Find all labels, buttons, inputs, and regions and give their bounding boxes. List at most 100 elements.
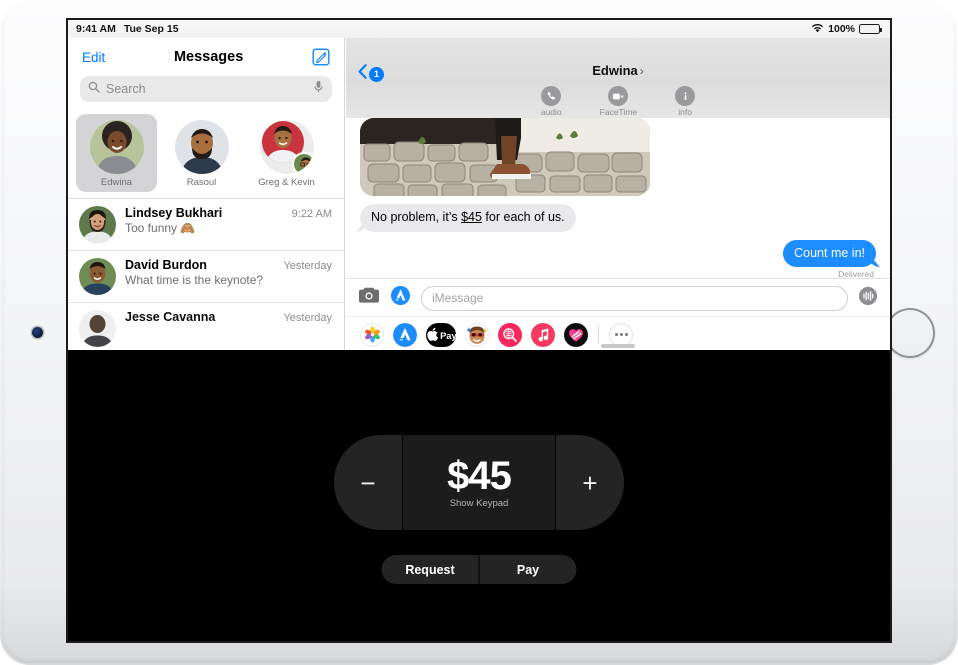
photo-attachment[interactable]	[360, 118, 650, 196]
avatar	[79, 258, 116, 295]
edit-button[interactable]: Edit	[82, 50, 105, 65]
status-bar: 9:41 AM Tue Sep 15 100%	[68, 20, 890, 38]
conversation-actions: audio FaceTime info	[346, 86, 890, 117]
app-store-app-icon[interactable]	[393, 322, 417, 347]
info-icon	[675, 86, 696, 106]
app-store-icon[interactable]	[390, 285, 411, 311]
decrease-amount-button[interactable]: −	[334, 435, 402, 530]
timestamp: Yesterday	[283, 312, 332, 324]
video-camera-icon	[608, 86, 629, 106]
pinned-contact-rasoul[interactable]: Rasoul	[161, 114, 242, 192]
contact-name: Edwina	[592, 63, 638, 78]
messages-sidebar: Edit Messages Search Edwina Rasoul Greg …	[68, 38, 345, 350]
sidebar-nav-bar: Edit Messages	[68, 38, 344, 76]
message-bubble-outgoing[interactable]: Count me in!	[783, 239, 876, 268]
conversation-list: Lindsey Bukhari 9:22 AM Too funny 🙈 Davi…	[68, 198, 344, 350]
pinned-contact-greg-kevin[interactable]: Greg & Kevin	[246, 114, 327, 192]
conversation-header: 1 Edwina › audio FaceTime info	[346, 38, 890, 118]
imessage-input[interactable]: iMessage	[421, 285, 848, 311]
wifi-icon	[811, 23, 824, 36]
message-row-incoming: No problem, it’s $45 for each of us.	[346, 196, 890, 232]
action-label: audio	[540, 107, 562, 117]
message-preview: Too funny 🙈	[125, 221, 196, 235]
conversation-pane: 1 Edwina › audio FaceTime info No proble…	[346, 38, 890, 350]
contact-name: Jesse Cavanna	[125, 310, 216, 324]
list-item[interactable]: Jesse Cavanna Yesterday	[68, 303, 344, 350]
amount-value: $45	[447, 454, 512, 498]
amount-stepper: − $45 Show Keypad +	[334, 435, 624, 530]
timestamp: Yesterday	[283, 260, 332, 272]
status-time: 9:41 AM	[76, 23, 116, 35]
pinned-contact-edwina[interactable]: Edwina	[76, 114, 157, 192]
pinned-contact-label: Rasoul	[186, 177, 217, 188]
plus-icon: +	[582, 467, 598, 498]
ipad-device: 9:41 AM Tue Sep 15 100% Edit Messages Se…	[0, 0, 958, 665]
list-item[interactable]: David Burdon Yesterday What time is the …	[68, 251, 344, 303]
chevron-right-icon: ›	[639, 64, 644, 78]
minus-icon: −	[360, 467, 376, 498]
conversation-title[interactable]: Edwina ›	[346, 63, 890, 78]
battery-percent: 100%	[828, 23, 855, 35]
messages-app-pane: 9:41 AM Tue Sep 15 100% Edit Messages Se…	[68, 20, 890, 350]
music-app-icon[interactable]	[531, 322, 555, 347]
show-keypad-label[interactable]: Show Keypad	[450, 498, 509, 509]
photos-app-icon[interactable]	[360, 322, 384, 347]
ipad-screen: 9:41 AM Tue Sep 15 100% Edit Messages Se…	[68, 20, 890, 641]
message-row-outgoing: Count me in!	[346, 232, 890, 268]
message-text-before: No problem, it’s	[371, 210, 462, 224]
action-label: info	[678, 107, 692, 117]
avatar	[79, 310, 116, 347]
list-item[interactable]: Lindsey Bukhari 9:22 AM Too funny 🙈	[68, 199, 344, 251]
action-label: FaceTime	[599, 107, 638, 117]
timestamp: 9:22 AM	[291, 208, 332, 220]
more-options-icon[interactable]	[609, 322, 633, 347]
status-date: Tue Sep 15	[123, 23, 179, 35]
svg-text:Pay: Pay	[440, 330, 456, 340]
avatar	[89, 120, 144, 174]
battery-full-icon	[859, 24, 882, 34]
home-button[interactable]	[885, 308, 935, 358]
message-preview: What time is the keynote?	[125, 273, 264, 287]
digital-touch-app-icon[interactable]	[564, 322, 588, 347]
contact-name: David Burdon	[125, 258, 207, 272]
amount-link[interactable]: $45	[461, 210, 482, 224]
search-icon	[88, 80, 100, 98]
pinned-contact-label: Edwina	[100, 177, 133, 188]
front-camera-icon	[32, 327, 43, 338]
apple-pay-app-icon[interactable]: Pay	[426, 322, 456, 347]
apple-pay-pane: − $45 Show Keypad + Request Pay	[68, 350, 890, 641]
avatar-secondary	[291, 152, 314, 174]
apple-pay-actions: Request Pay	[381, 555, 577, 584]
amount-display[interactable]: $45 Show Keypad	[402, 435, 556, 530]
message-bubble-incoming[interactable]: No problem, it’s $45 for each of us.	[360, 204, 576, 232]
avatar	[174, 120, 229, 174]
phone-icon	[541, 86, 562, 106]
pay-button[interactable]: Pay	[478, 555, 577, 584]
audio-call-button[interactable]: audio	[541, 86, 562, 117]
contact-name: Lindsey Bukhari	[125, 206, 223, 220]
list-item-body: Lindsey Bukhari 9:22 AM Too funny 🙈	[125, 206, 332, 235]
drag-handle[interactable]	[601, 344, 635, 348]
pinned-contact-label: Greg & Kevin	[258, 177, 315, 188]
search-input[interactable]: Search	[80, 76, 332, 102]
request-button[interactable]: Request	[381, 555, 479, 584]
avatar	[79, 206, 116, 243]
status-bar-right: 100%	[811, 23, 882, 36]
page-title: Messages	[173, 49, 244, 65]
info-button[interactable]: info	[675, 86, 696, 117]
imessage-placeholder: iMessage	[432, 291, 484, 305]
message-thread[interactable]: No problem, it’s $45 for each of us. Cou…	[346, 118, 890, 283]
audio-waveform-icon[interactable]	[858, 286, 878, 311]
pinned-conversations-row: Edwina Rasoul Greg & Kevin	[68, 111, 344, 198]
increase-amount-button[interactable]: +	[556, 435, 624, 530]
list-item-body: Jesse Cavanna Yesterday	[125, 310, 332, 324]
memoji-app-icon[interactable]	[465, 322, 489, 347]
images-search-app-icon[interactable]	[498, 322, 522, 347]
message-text-after: for each of us.	[481, 210, 565, 224]
microphone-icon[interactable]	[313, 80, 324, 98]
avatar-group	[259, 120, 314, 174]
facetime-button[interactable]: FaceTime	[600, 86, 637, 117]
camera-icon[interactable]	[358, 287, 380, 309]
search-container: Search	[68, 76, 344, 111]
compose-icon[interactable]	[312, 48, 330, 66]
